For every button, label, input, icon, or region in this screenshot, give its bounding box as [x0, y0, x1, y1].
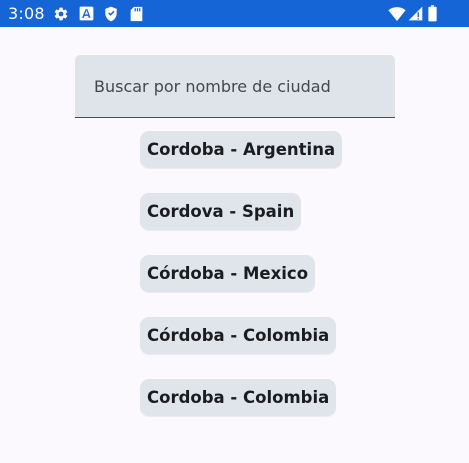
battery-icon	[428, 5, 437, 22]
result-chip[interactable]: Cordoba - Colombia	[140, 379, 337, 416]
wifi-icon	[388, 7, 406, 21]
search-field[interactable]	[75, 55, 395, 118]
search-input[interactable]	[75, 55, 395, 117]
status-time: 3:08	[8, 4, 45, 23]
result-chip[interactable]: Cordova - Spain	[140, 193, 302, 230]
result-chip[interactable]: Cordoba - Argentina	[140, 131, 343, 168]
cell-signal-icon	[408, 6, 423, 21]
result-chip[interactable]: Córdoba - Colombia	[140, 317, 337, 354]
gear-icon	[54, 7, 68, 21]
status-bar: 3:08	[0, 0, 469, 27]
result-chip[interactable]: Córdoba - Mexico	[140, 255, 316, 292]
shield-icon	[105, 6, 117, 22]
font-a-icon	[79, 6, 94, 21]
sd-card-icon	[130, 6, 143, 22]
